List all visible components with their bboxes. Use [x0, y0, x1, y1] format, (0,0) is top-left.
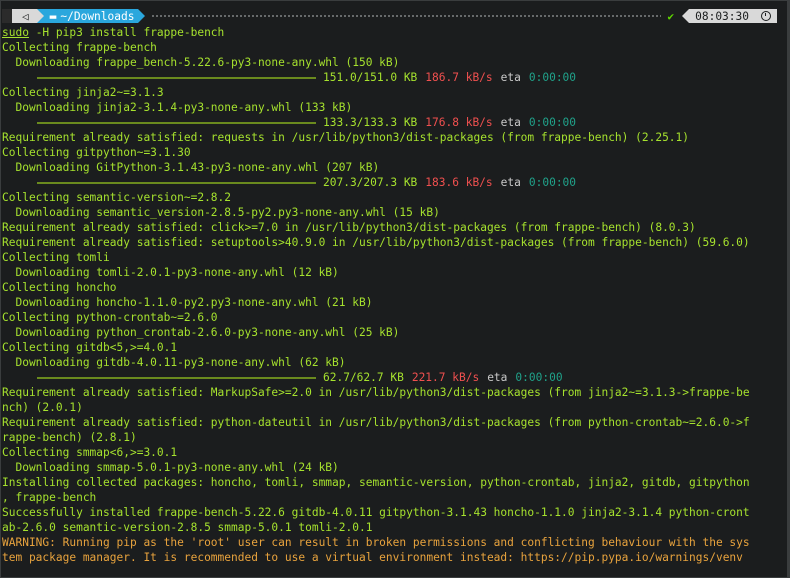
- output-line: Downloading tomli-2.0.1-py3-none-any.whl…: [2, 266, 339, 279]
- time-segment: 08:03:30: [689, 9, 777, 23]
- terminal-output[interactable]: sudo -H pip3 install frappe-bench Collec…: [2, 25, 781, 565]
- output-line: Downloading smmap-5.0.1-py3-none-any.whl…: [2, 461, 339, 474]
- progress-line: 133.3/133.3 KB 176.8 kB/s eta 0:00:00: [2, 115, 781, 130]
- output-line: , frappe-bench: [2, 491, 97, 504]
- output-line: Requirement already satisfied: setuptool…: [2, 236, 750, 249]
- output-line: Downloading semantic_version-2.8.5-py2.p…: [2, 206, 440, 219]
- prompt-bar: ◁ ▬ ~/Downloads ✔ 08:03:30: [2, 8, 777, 24]
- output-line: Requirement already satisfied: MarkupSaf…: [2, 386, 750, 399]
- clock-icon: [761, 11, 771, 21]
- output-line: Downloading GitPython-3.1.43-py3-none-an…: [2, 161, 380, 174]
- output-line: Collecting tomli: [2, 251, 110, 264]
- output-line: Collecting smmap<6,>=3.0.1: [2, 446, 178, 459]
- progress-eta: 0:00:00: [515, 371, 563, 384]
- progress-size: 151.0/151.0 KB: [323, 71, 418, 84]
- progress-bar: [37, 121, 316, 124]
- prompt-filler: [151, 9, 662, 23]
- progress-eta: 0:00:00: [528, 71, 577, 84]
- progress-size: 133.3/133.3 KB: [323, 116, 418, 129]
- command-sudo: sudo: [2, 26, 29, 39]
- progress-eta: 0:00:00: [528, 176, 577, 189]
- progress-speed: 186.7 kB/s: [425, 71, 493, 84]
- separator-arrow-icon: [36, 9, 44, 23]
- progress-eta-label: eta: [500, 116, 521, 129]
- progress-size: 62.7/62.7 KB: [323, 371, 404, 384]
- prompt-time: 08:03:30: [695, 9, 749, 23]
- progress-bar: [37, 181, 316, 184]
- output-line: Installing collected packages: honcho, t…: [2, 476, 750, 489]
- separator-arrow-icon: [682, 9, 690, 23]
- progress-speed: 176.8 kB/s: [425, 116, 493, 129]
- output-line: Collecting gitdb<5,>=4.0.1: [2, 341, 178, 354]
- command-line: sudo -H pip3 install frappe-bench: [2, 25, 781, 40]
- os-segment: ◁: [2, 9, 37, 23]
- output-line: Downloading honcho-1.1.0-py2.py3-none-an…: [2, 296, 373, 309]
- terminal-window[interactable]: ◁ ▬ ~/Downloads ✔ 08:03:30 sudo -H pip3 …: [0, 0, 790, 578]
- checkmark-icon: ✔: [667, 9, 675, 23]
- output-line: Successfully installed frappe-bench-5.22…: [2, 506, 750, 519]
- output-line: Collecting honcho: [2, 281, 117, 294]
- output-line: Collecting semantic-version~=2.8.2: [2, 191, 232, 204]
- output-line: Collecting jinja2~=3.1.3: [2, 86, 164, 99]
- output-line: Downloading gitdb-4.0.11-py3-none-any.wh…: [2, 356, 346, 369]
- warning-line: tem package manager. It is recommended t…: [2, 551, 743, 564]
- warning-line: WARNING: Running pip as the 'root' user …: [2, 536, 750, 549]
- output-line: Downloading frappe_bench-5.22.6-py3-none…: [2, 56, 400, 69]
- linux-icon: ◁: [22, 9, 29, 23]
- progress-bar: [37, 376, 316, 379]
- progress-size: 207.3/207.3 KB: [323, 176, 418, 189]
- progress-speed: 183.6 kB/s: [425, 176, 493, 189]
- output-line: nch) (2.0.1): [2, 401, 83, 414]
- current-directory: ~/Downloads: [60, 9, 135, 23]
- progress-eta-label: eta: [500, 176, 521, 189]
- progress-line: 207.3/207.3 KB 183.6 kB/s eta 0:00:00: [2, 175, 781, 190]
- progress-line: 151.0/151.0 KB 186.7 kB/s eta 0:00:00: [2, 70, 781, 85]
- progress-eta-label: eta: [487, 371, 508, 384]
- progress-eta: 0:00:00: [528, 116, 577, 129]
- separator-arrow-icon: [138, 9, 146, 23]
- directory-segment: ▬ ~/Downloads: [43, 9, 139, 23]
- folder-icon: ▬: [49, 9, 57, 23]
- output-line: Collecting gitpython~=3.1.30: [2, 146, 191, 159]
- output-line: Requirement already satisfied: click>=7.…: [2, 221, 696, 234]
- progress-line: 62.7/62.7 KB 221.7 kB/s eta 0:00:00: [2, 370, 781, 385]
- output-line: rappe-bench) (2.8.1): [2, 431, 137, 444]
- progress-eta-label: eta: [500, 71, 521, 84]
- output-line: Collecting python-crontab~=2.6.0: [2, 311, 218, 324]
- output-line: Requirement already satisfied: requests …: [2, 131, 690, 144]
- progress-bar: [37, 76, 316, 79]
- command-text: -H pip3 install frappe-bench: [28, 26, 225, 39]
- output-line: Requirement already satisfied: python-da…: [2, 416, 750, 429]
- progress-speed: 221.7 kB/s: [411, 371, 480, 384]
- output-line: ab-2.6.0 semantic-version-2.8.5 smmap-5.…: [2, 521, 373, 534]
- output-line: Downloading python_crontab-2.6.0-py3-non…: [2, 326, 400, 339]
- output-line: Collecting frappe-bench: [2, 41, 157, 54]
- output-line: Downloading jinja2-3.1.4-py3-none-any.wh…: [2, 101, 353, 114]
